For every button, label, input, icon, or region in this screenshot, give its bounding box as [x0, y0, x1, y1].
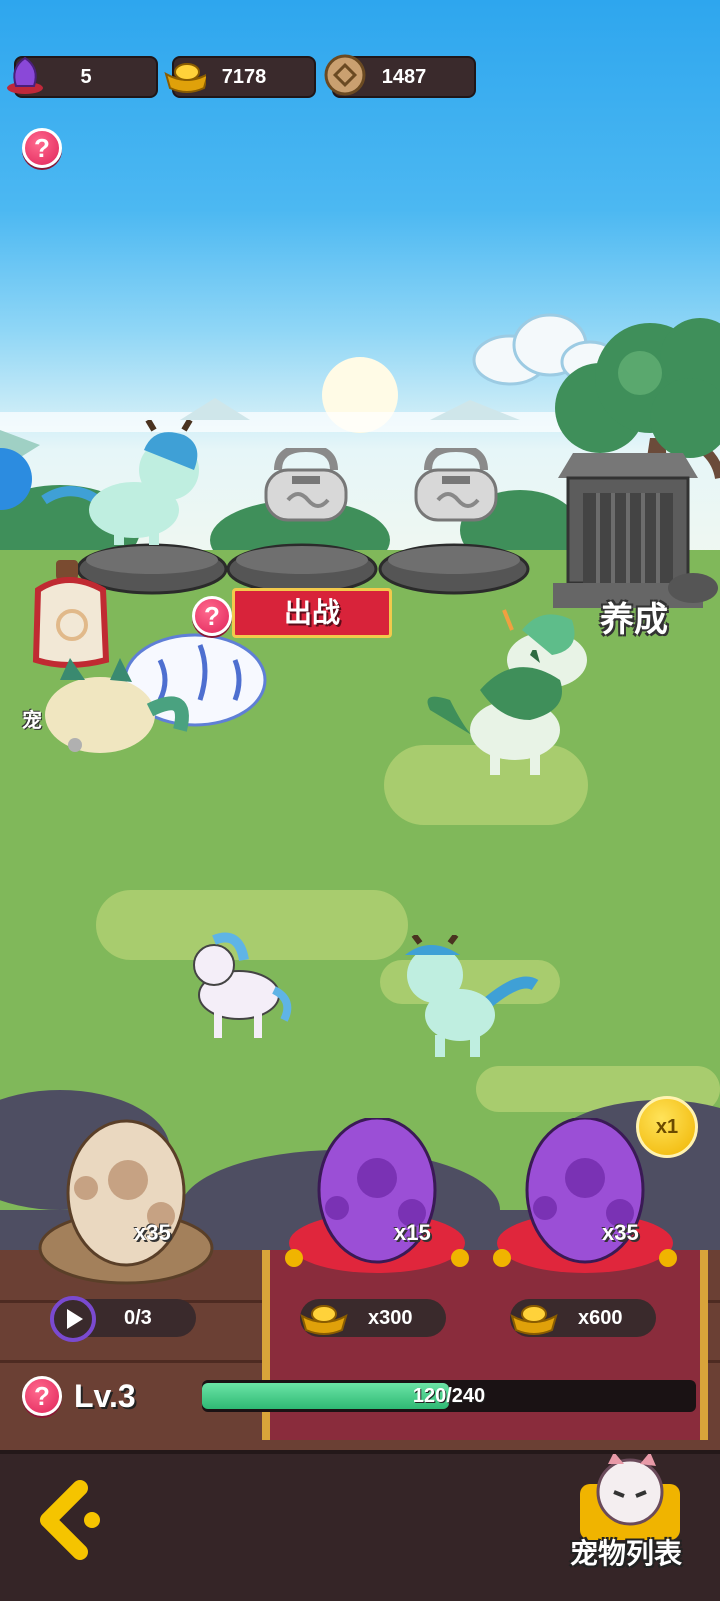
dragon-pet[interactable] — [390, 935, 540, 1065]
pet-list-icon[interactable] — [570, 1454, 690, 1540]
ad-progress: 0/3 — [124, 1307, 152, 1329]
level-help-icon[interactable]: ? — [22, 1376, 62, 1416]
egg-count: x35 — [134, 1220, 171, 1245]
gems-value: 5 — [80, 66, 92, 88]
game-scene: 出战 ? 养成 宠 5 7178 1487 ? x35 x15 x35 0/3 … — [0, 0, 720, 1601]
gem-icon — [7, 56, 43, 94]
back-arrow-icon[interactable] — [30, 1480, 110, 1560]
lock-icon — [264, 448, 348, 522]
purple-egg[interactable] — [282, 1118, 472, 1288]
gold-value: 7178 — [221, 66, 267, 88]
help-icon[interactable]: ? — [22, 128, 62, 168]
lock-icon — [414, 448, 498, 522]
speed-button[interactable]: x1 — [636, 1096, 698, 1158]
egg-count: x15 — [394, 1220, 431, 1245]
side-partial-label: 宠 — [22, 710, 42, 732]
gold-ingot-icon — [300, 1305, 348, 1335]
egg-count: x35 — [602, 1220, 639, 1245]
xp-text: 120/240 — [412, 1385, 486, 1407]
coins-value: 1487 — [381, 66, 427, 88]
gold-ingot-icon — [164, 63, 206, 93]
player-level: Lv.3 — [74, 1378, 136, 1414]
play-icon — [50, 1296, 96, 1342]
battle-help-icon[interactable]: ? — [192, 596, 232, 636]
coin-icon — [324, 54, 366, 96]
fox-pet[interactable] — [40, 650, 200, 760]
train-label[interactable]: 养成 — [600, 592, 668, 641]
common-egg[interactable] — [36, 1118, 216, 1288]
xp-bar: 120/240 — [202, 1380, 696, 1412]
egg-price: x600 — [578, 1307, 623, 1329]
dragon-pet[interactable] — [34, 420, 224, 550]
egg-price: x300 — [368, 1307, 413, 1329]
wolf-pet[interactable] — [420, 650, 590, 785]
gold-ingot-icon — [510, 1305, 558, 1335]
pet-list-button[interactable]: 宠物列表 — [570, 1532, 682, 1572]
pony-pet[interactable] — [184, 930, 294, 1045]
battle-button[interactable]: 出战 — [232, 588, 392, 638]
